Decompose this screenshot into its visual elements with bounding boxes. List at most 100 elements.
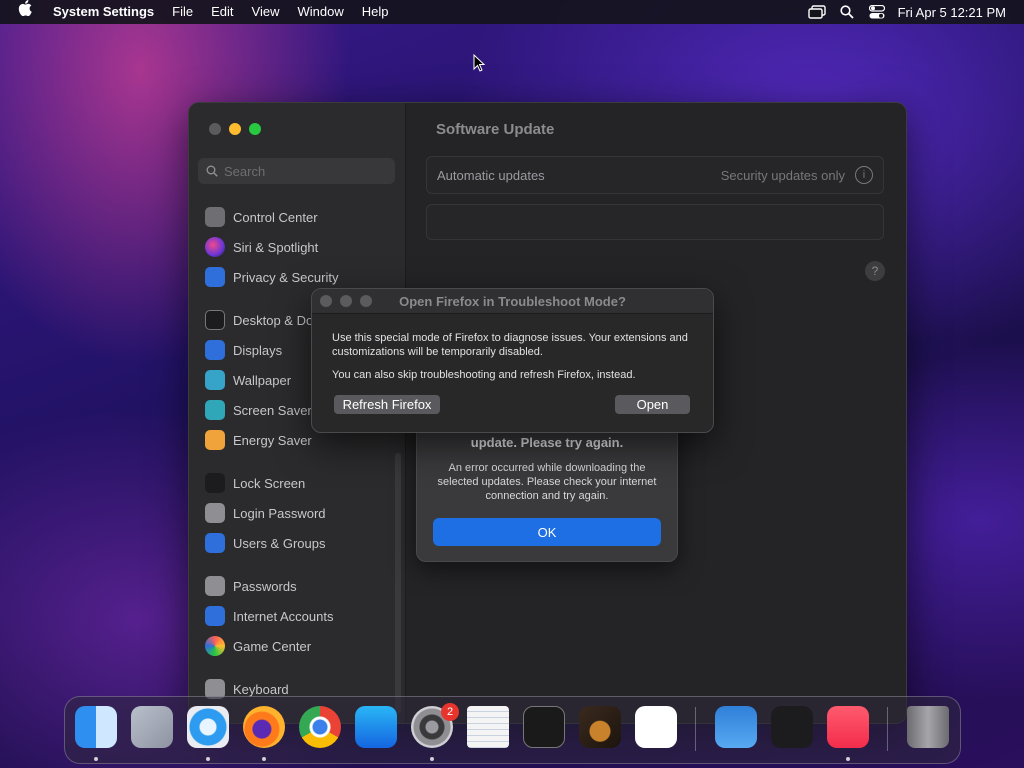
edit-menu[interactable]: Edit	[202, 0, 242, 24]
running-indicator	[94, 757, 98, 761]
garageband-icon[interactable]	[579, 706, 621, 748]
lock-icon	[205, 473, 225, 493]
apple-menu-icon[interactable]	[0, 0, 44, 24]
firefox-troubleshoot-dialog: Open Firefox in Troubleshoot Mode? Use t…	[311, 288, 714, 433]
error-title: update. Please try again.	[470, 435, 624, 450]
running-indicator	[206, 757, 210, 761]
error-message: An error occurred while downloading the …	[437, 462, 657, 502]
help-menu[interactable]: Help	[353, 0, 398, 24]
sidebar-item-wallpaper[interactable]: Wallpaper	[205, 368, 291, 392]
sidebar-item-label: Energy Saver	[233, 432, 312, 448]
sidebar-item-desktop-dock[interactable]: Desktop & Dock	[205, 308, 326, 332]
sidebar-item-privacy-security[interactable]: Privacy & Security	[205, 265, 338, 289]
sidebar-scrollbar[interactable]	[395, 453, 401, 713]
dock-separator	[695, 707, 696, 751]
sidebar-item-label: Passwords	[233, 578, 297, 594]
info-icon[interactable]: i	[855, 166, 873, 184]
window-menu[interactable]: Window	[288, 0, 352, 24]
mouse-pointer-icon	[473, 54, 485, 72]
sidebar-item-game-center[interactable]: Game Center	[205, 634, 311, 658]
battery-icon	[205, 430, 225, 450]
sidebar-search-input[interactable]	[222, 162, 386, 180]
vscode-icon[interactable]	[635, 706, 677, 748]
dock: 2	[64, 696, 961, 764]
users-icon	[205, 533, 225, 553]
minimize-button[interactable]	[229, 123, 241, 135]
wallpaper-icon	[205, 370, 225, 390]
view-menu[interactable]: View	[243, 0, 289, 24]
sidebar-item-siri-spotlight[interactable]: Siri & Spotlight	[205, 235, 318, 259]
key-icon	[205, 576, 225, 596]
dialog-titlebar: Open Firefox in Troubleshoot Mode?	[312, 289, 713, 314]
sidebar-item-label: Screen Saver	[233, 402, 312, 418]
sidebar-item-label: Internet Accounts	[233, 608, 334, 624]
zoom-button[interactable]	[249, 123, 261, 135]
dialog-title: Open Firefox in Troubleshoot Mode?	[399, 294, 626, 309]
dock-separator	[887, 707, 888, 751]
close-button[interactable]	[209, 123, 221, 135]
launchpad-icon[interactable]	[131, 706, 173, 748]
trash-icon[interactable]	[907, 706, 949, 748]
running-indicator	[846, 757, 850, 761]
menu-bar-clock[interactable]: Fri Apr 5 12:21 PM	[892, 5, 1024, 20]
lock-icon	[205, 503, 225, 523]
sidebar-item-energy-saver[interactable]: Energy Saver	[205, 428, 312, 452]
file-menu[interactable]: File	[163, 0, 202, 24]
sidebar-item-label: Users & Groups	[233, 535, 326, 551]
automatic-updates-value: Security updates only	[720, 167, 845, 183]
safari-icon[interactable]	[187, 706, 229, 748]
sidebar-item-label: Keyboard	[233, 681, 289, 697]
automatic-updates-row[interactable]: Automatic updates Security updates only …	[426, 156, 884, 194]
refresh-firefox-button[interactable]: Refresh Firefox	[334, 395, 440, 414]
running-indicator	[430, 757, 434, 761]
update-status-box	[426, 204, 884, 240]
sidebar-item-screen-saver[interactable]: Screen Saver	[205, 398, 312, 422]
weather-icon[interactable]	[715, 706, 757, 748]
sidebar-item-login-password[interactable]: Login Password	[205, 501, 326, 525]
spotlight-search-icon[interactable]	[832, 0, 862, 24]
dialog-secondary-message: You can also skip troubleshooting and re…	[332, 369, 636, 381]
sidebar-item-displays[interactable]: Displays	[205, 338, 282, 362]
help-button[interactable]: ?	[865, 261, 885, 281]
music-icon[interactable]	[827, 706, 869, 748]
dialog-message: Use this special mode of Firefox to diag…	[332, 332, 688, 358]
page-title: Software Update	[436, 121, 555, 138]
hand-icon	[205, 267, 225, 287]
automatic-updates-label: Automatic updates	[437, 167, 545, 183]
firefox-icon[interactable]	[243, 706, 285, 748]
screen-mirroring-icon[interactable]	[802, 0, 832, 24]
sidebar-item-label: Wallpaper	[233, 372, 292, 388]
running-indicator	[262, 757, 266, 761]
sidebar-item-label: Control Center	[233, 209, 318, 225]
sidebar-item-internet-accounts[interactable]: Internet Accounts	[205, 604, 333, 628]
sidebar-item-users-groups[interactable]: Users & Groups	[205, 531, 325, 555]
sidebar-item-control-center[interactable]: Control Center	[205, 205, 318, 229]
app-store-icon[interactable]	[355, 706, 397, 748]
sidebar-item-label: Game Center	[233, 638, 312, 654]
ok-button[interactable]: OK	[433, 518, 661, 546]
textedit-icon[interactable]	[467, 706, 509, 748]
sidebar-search-field[interactable]	[198, 158, 395, 184]
at-icon	[205, 606, 225, 626]
terminal-icon[interactable]	[523, 706, 565, 748]
sidebar-item-passwords[interactable]: Passwords	[205, 574, 297, 598]
sidebar-item-label: Privacy & Security	[233, 269, 339, 285]
menu-bar: System Settings File Edit View Window He…	[0, 0, 1024, 24]
notification-badge: 2	[441, 703, 459, 721]
app-name-menu[interactable]: System Settings	[44, 0, 163, 24]
control-center-icon[interactable]	[862, 0, 892, 24]
stocks-icon[interactable]	[771, 706, 813, 748]
sidebar-item-label: Lock Screen	[233, 475, 306, 491]
chrome-icon[interactable]	[299, 706, 341, 748]
sidebar-item-lock-screen[interactable]: Lock Screen	[205, 471, 305, 495]
search-icon	[206, 165, 218, 177]
screen-saver-icon	[205, 400, 225, 420]
sidebar-item-label: Displays	[233, 342, 283, 358]
sidebar-item-label: Siri & Spotlight	[233, 239, 319, 255]
siri-icon	[205, 237, 225, 257]
open-button[interactable]: Open	[615, 395, 690, 414]
control-center-icon	[205, 207, 225, 227]
update-error-dialog: update. Please try again. An error occur…	[416, 412, 678, 562]
sidebar-item-label: Login Password	[233, 505, 326, 521]
finder-icon[interactable]	[75, 706, 117, 748]
